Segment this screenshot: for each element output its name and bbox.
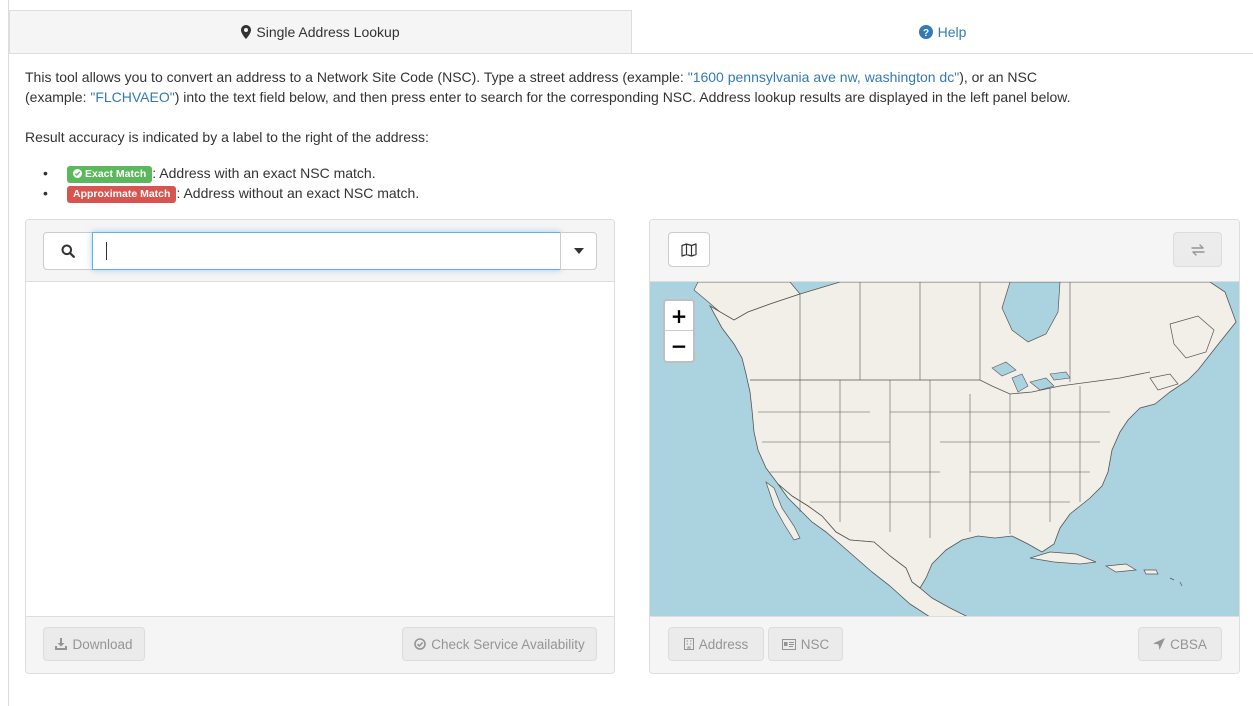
- swap-button[interactable]: [1173, 232, 1222, 267]
- intro-segment: This tool allows you to convert an addre…: [25, 69, 688, 85]
- tab-help[interactable]: ? Help: [632, 10, 1253, 53]
- button-label: Download: [72, 636, 133, 652]
- accuracy-text: Result accuracy is indicated by a label …: [25, 129, 429, 145]
- exchange-icon: [1190, 243, 1205, 256]
- text-cursor: [106, 242, 107, 260]
- results-footer: Download Check Service Availability: [26, 616, 614, 673]
- search-dropdown-toggle[interactable]: [560, 232, 597, 270]
- search-bar: [26, 220, 614, 282]
- approximate-match-badge: Approximate Match: [67, 186, 177, 203]
- badge-label: Exact Match: [85, 168, 147, 180]
- example-address-link[interactable]: "1600 pennsylvania ave nw, washington dc…: [688, 69, 959, 85]
- legend-desc: : Address without an exact NSC match.: [176, 185, 420, 201]
- results-list: [26, 282, 614, 616]
- download-button[interactable]: Download: [43, 627, 145, 661]
- tab-single-address-lookup[interactable]: Single Address Lookup: [9, 10, 632, 53]
- map-marker-icon: [241, 25, 252, 39]
- question-circle-icon: ?: [918, 24, 933, 39]
- search-button[interactable]: [43, 232, 93, 270]
- tab-label: Single Address Lookup: [256, 24, 400, 40]
- tab-label: Help: [937, 23, 967, 40]
- accuracy-legend: Exact Match : Address with an exact NSC m…: [43, 163, 420, 203]
- tab-bar: Single Address Lookup ? Help: [9, 10, 1253, 54]
- check-circle-icon: [73, 169, 82, 178]
- intro-segment: (example:: [25, 89, 91, 105]
- badge-label: Approximate Match: [73, 188, 171, 200]
- search-input[interactable]: [92, 232, 561, 270]
- map-footer: Address NSC CBSA: [650, 616, 1239, 673]
- zoom-out-button[interactable]: −: [665, 331, 693, 361]
- basemap-button[interactable]: [668, 232, 710, 267]
- button-label: CBSA: [1170, 636, 1207, 652]
- address-layer-button[interactable]: Address: [668, 627, 764, 661]
- download-icon: [55, 638, 68, 650]
- zoom-control: + −: [663, 299, 695, 363]
- legend-item-approximate: Approximate Match : Address without an ex…: [43, 183, 420, 203]
- zoom-in-button[interactable]: +: [665, 301, 693, 331]
- cbsa-button[interactable]: CBSA: [1138, 627, 1222, 661]
- building-icon: [683, 638, 694, 650]
- nsc-layer-button[interactable]: NSC: [768, 627, 843, 661]
- check-service-availability-button[interactable]: Check Service Availability: [402, 627, 597, 661]
- map-icon: [681, 242, 697, 257]
- map-panel: + − Address NSC CBSA: [649, 219, 1240, 674]
- example-nsc-link[interactable]: "FLCHVAEO": [90, 89, 174, 105]
- id-card-icon: [781, 638, 796, 650]
- page: Single Address Lookup ? Help This tool a…: [0, 0, 1253, 706]
- button-label: NSC: [800, 636, 830, 652]
- results-panel: Download Check Service Availability: [25, 219, 615, 674]
- button-label: Address: [698, 636, 749, 652]
- button-label: Check Service Availability: [431, 636, 585, 652]
- page-border: [8, 0, 9, 706]
- exact-match-badge: Exact Match: [67, 166, 153, 183]
- intro-text: This tool allows you to convert an addre…: [25, 67, 1240, 107]
- intro-segment: ), or an NSC: [959, 69, 1037, 85]
- intro-segment: ) into the text field below, and then pr…: [174, 89, 1071, 105]
- north-america-map: [650, 282, 1239, 617]
- map-view[interactable]: + −: [650, 282, 1239, 617]
- check-circle-icon: [414, 638, 427, 650]
- svg-text:?: ?: [923, 28, 929, 39]
- legend-item-exact: Exact Match : Address with an exact NSC m…: [43, 163, 419, 183]
- map-toolbar: [650, 220, 1239, 282]
- caret-down-icon: [573, 248, 584, 254]
- legend-desc: : Address with an exact NSC match.: [152, 165, 376, 181]
- search-icon: [61, 244, 75, 258]
- location-arrow-icon: [1153, 638, 1166, 650]
